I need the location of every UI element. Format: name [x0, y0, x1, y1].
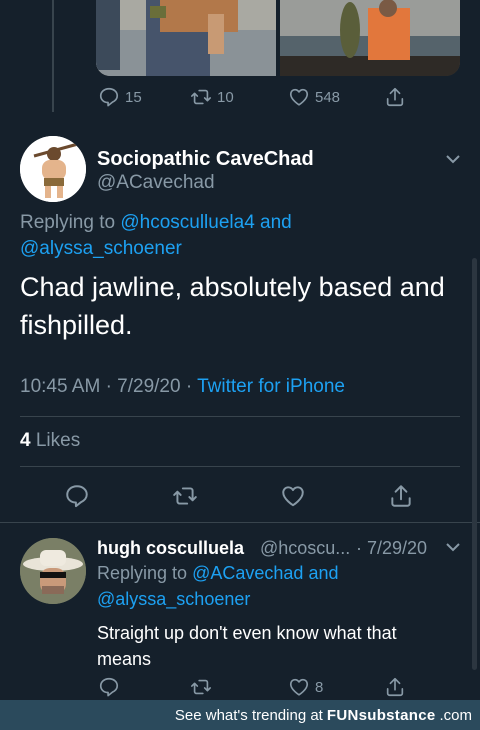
tweet-options-button[interactable]: [444, 538, 462, 556]
display-name[interactable]: Sociopathic CaveChad: [97, 148, 314, 171]
likes-count: 4: [20, 430, 31, 451]
replying-prefix: Replying to: [97, 563, 188, 583]
divider: [0, 522, 480, 523]
like-button[interactable]: 8: [288, 676, 323, 698]
like-count: 8: [315, 678, 324, 696]
share-icon: [386, 87, 404, 107]
cowboy-avatar-art: [20, 538, 86, 604]
divider: [20, 466, 460, 467]
retweet-icon: [191, 89, 211, 105]
replying-to: Replying to @ACavechad and @alyssa_schoe…: [97, 560, 457, 612]
media-photo-right[interactable]: [280, 0, 460, 76]
share-icon: [391, 485, 411, 507]
share-button[interactable]: [384, 676, 406, 698]
footer-domain: .com: [439, 706, 472, 724]
divider: [20, 416, 460, 417]
mention-link[interactable]: @alyssa_schoener: [20, 238, 182, 259]
tweet-text-line: fishpilled.: [20, 310, 133, 340]
scrollbar[interactable]: [472, 258, 477, 670]
replying-to: Replying to @hcosculluela4 and @alyssa_s…: [20, 210, 460, 262]
likes-label: Likes: [35, 430, 81, 451]
previous-tweet-media[interactable]: [96, 0, 460, 76]
tweet-source[interactable]: Twitter for iPhone: [197, 376, 345, 397]
footer-text: See what's trending at: [174, 706, 323, 724]
like-count: 548: [315, 88, 341, 106]
likes-summary[interactable]: 4 Likes: [20, 430, 80, 452]
photo-left-art: [96, 0, 276, 76]
media-photo-left[interactable]: [96, 0, 276, 76]
like-button[interactable]: 548: [288, 86, 340, 108]
mention-link[interactable]: @alyssa_schoener: [97, 589, 250, 609]
reply-count: 15: [125, 88, 142, 106]
share-button[interactable]: [388, 483, 414, 509]
like-icon: [282, 486, 304, 507]
replying-and: and: [260, 212, 292, 233]
tweet-meta: 10:45 AM · 7/29/20 · Twitter for iPhone: [20, 376, 345, 398]
retweet-icon: [173, 487, 197, 505]
reply-button[interactable]: [64, 483, 90, 509]
tweet-time[interactable]: 10:45 AM: [20, 376, 100, 397]
retweet-icon: [191, 679, 211, 695]
retweet-button[interactable]: [190, 676, 212, 698]
share-button[interactable]: [384, 86, 406, 108]
meta-separator: ·: [105, 376, 112, 397]
like-icon: [289, 88, 309, 106]
reply-button[interactable]: [98, 676, 120, 698]
user-handle[interactable]: @hcoscu...: [260, 538, 350, 559]
like-icon: [289, 678, 309, 696]
mention-link[interactable]: @hcosculluela4: [120, 212, 254, 233]
chevron-down-icon: [446, 543, 460, 552]
retweet-button[interactable]: 10: [190, 86, 234, 108]
tweet-text-line: Straight up don't even know what that: [97, 623, 397, 643]
tweet-text-line: means: [97, 649, 152, 669]
tweet-text: Chad jawline, absolutely based and fishp…: [20, 268, 460, 344]
meta-separator: ·: [185, 376, 193, 397]
footer-brand: FUNsubstance: [326, 706, 436, 724]
reply-icon: [66, 485, 88, 508]
like-button[interactable]: [280, 483, 306, 509]
replying-prefix: Replying to: [20, 212, 116, 233]
tweet-date-value: 7/29/20: [367, 538, 428, 558]
tweet-date[interactable]: · 7/29/20: [356, 538, 427, 559]
chevron-down-icon: [446, 155, 460, 164]
user-handle[interactable]: @ACavechad: [97, 172, 215, 194]
reply-icon: [99, 677, 119, 697]
tweet-text-line: Chad jawline, absolutely based and: [20, 272, 445, 302]
display-name[interactable]: hugh cosculluela: [97, 538, 244, 559]
avatar[interactable]: [20, 538, 86, 604]
thread-connector-top: [52, 0, 54, 112]
replying-and: and: [308, 563, 339, 583]
photo-right-art: [280, 0, 460, 76]
watermark-footer: See what's trending at FUNsubstance .com: [0, 700, 480, 730]
tweet-date[interactable]: 7/29/20: [117, 376, 180, 397]
caveman-avatar-art: [20, 136, 86, 202]
tweet-options-button[interactable]: [444, 150, 462, 168]
reply-button[interactable]: 15: [98, 86, 142, 108]
retweet-button[interactable]: [172, 483, 198, 509]
avatar[interactable]: [20, 136, 86, 202]
share-icon: [386, 677, 404, 697]
reply-tweet-text: Straight up don't even know what that me…: [97, 620, 457, 672]
reply-icon: [99, 87, 119, 107]
retweet-count: 10: [217, 88, 234, 106]
mention-link[interactable]: @ACavechad: [192, 563, 303, 583]
